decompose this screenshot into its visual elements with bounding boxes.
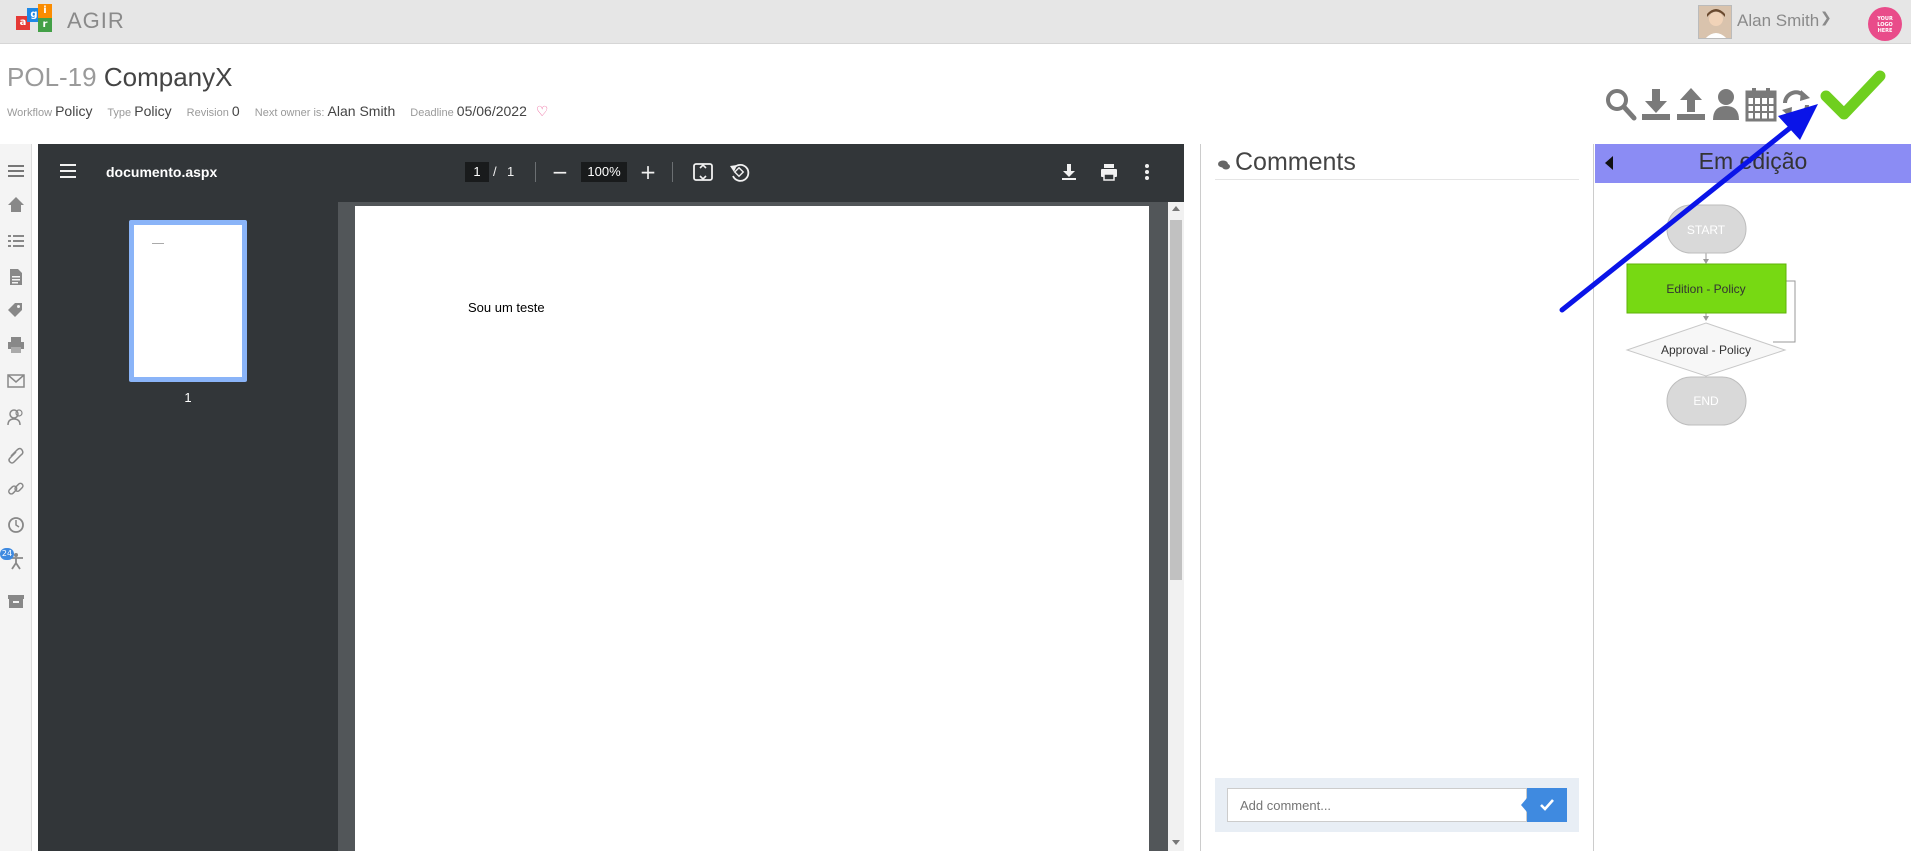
thumbnail-text-line bbox=[152, 243, 164, 244]
deadline-value: 05/06/2022 bbox=[456, 103, 527, 119]
divider bbox=[535, 162, 536, 182]
next-owner-value: Alan Smith bbox=[327, 103, 396, 119]
page-separator: / bbox=[493, 164, 497, 179]
document-code: POL-19 bbox=[7, 62, 97, 92]
zoom-in-button[interactable]: + bbox=[638, 161, 658, 183]
comment-input[interactable] bbox=[1227, 788, 1527, 822]
scrollbar[interactable] bbox=[1168, 202, 1184, 851]
calendar-icon[interactable] bbox=[1744, 86, 1778, 124]
refresh-icon[interactable] bbox=[1779, 86, 1813, 124]
check-icon bbox=[1540, 799, 1554, 811]
scroll-down-icon[interactable] bbox=[1172, 840, 1180, 845]
workflow-node-edition-label: Edition - Policy bbox=[1666, 282, 1745, 296]
workflow-node-start[interactable]: START bbox=[1666, 204, 1747, 254]
approve-button[interactable] bbox=[1820, 68, 1886, 124]
revision-label: Revision bbox=[186, 107, 229, 119]
workflow-label: Workflow bbox=[7, 107, 53, 119]
attachment-icon[interactable] bbox=[7, 446, 25, 464]
workflow-panel: Em edição START Edition - Policy Approva… bbox=[1595, 144, 1911, 851]
type-label: Type bbox=[107, 107, 132, 119]
fit-page-icon[interactable] bbox=[692, 161, 714, 183]
list-icon[interactable] bbox=[7, 232, 25, 250]
workflow-node-end-label: END bbox=[1693, 394, 1719, 408]
chevron-down-icon[interactable]: ❯ bbox=[1820, 10, 1832, 26]
mail-icon[interactable] bbox=[7, 372, 25, 390]
comments-title-text: Comments bbox=[1235, 148, 1356, 176]
archive-icon[interactable] bbox=[7, 592, 25, 610]
pdf-page: Sou um teste bbox=[355, 206, 1149, 851]
workflow-node-approval[interactable]: Approval - Policy bbox=[1625, 322, 1787, 377]
home-icon[interactable] bbox=[7, 196, 25, 214]
comment-composer bbox=[1215, 778, 1579, 832]
page-number-input[interactable]: 1 bbox=[465, 162, 489, 182]
page-title: POL-19 CompanyX bbox=[7, 62, 232, 93]
workflow-node-end[interactable]: END bbox=[1666, 376, 1747, 426]
download-icon[interactable] bbox=[1058, 161, 1080, 183]
document-company: CompanyX bbox=[103, 62, 233, 92]
app-name: AGIR bbox=[67, 8, 125, 33]
page-text: Sou um teste bbox=[468, 300, 545, 315]
document-icon[interactable] bbox=[7, 268, 25, 286]
zoom-level-input[interactable]: 100% bbox=[581, 162, 627, 182]
workflow-node-start-label: START bbox=[1687, 223, 1726, 237]
comments-title: Comments bbox=[1217, 148, 1356, 177]
zoom-out-button[interactable]: − bbox=[550, 161, 570, 183]
thumbnail-pane: 1 bbox=[38, 202, 338, 851]
workflow-value: Policy bbox=[55, 103, 93, 119]
thumbnail-page-number: 1 bbox=[184, 390, 192, 405]
avatar[interactable] bbox=[1698, 5, 1732, 39]
workflow-node-approval-label: Approval - Policy bbox=[1661, 343, 1751, 357]
page-thumbnail[interactable] bbox=[129, 220, 247, 382]
download-icon[interactable] bbox=[1639, 86, 1673, 124]
user-icon[interactable] bbox=[1709, 86, 1743, 124]
top-bar: a g i r AGIR Alan Smith ❯ YOUR LOGO HERE bbox=[0, 0, 1911, 44]
app-logo[interactable]: a g i r bbox=[16, 4, 56, 38]
send-comment-button[interactable] bbox=[1521, 788, 1567, 822]
revision-value: 0 bbox=[231, 103, 240, 119]
type-value: Policy bbox=[134, 103, 172, 119]
divider bbox=[672, 162, 673, 182]
menu-icon[interactable] bbox=[7, 162, 25, 180]
divider bbox=[1215, 179, 1579, 180]
scroll-thumb[interactable] bbox=[1170, 220, 1182, 580]
viewer-toolbar: documento.aspx 1 / 1 − 100% + bbox=[38, 144, 1184, 202]
company-logo: YOUR LOGO HERE bbox=[1868, 7, 1902, 41]
link-icon[interactable] bbox=[7, 480, 25, 498]
scroll-up-icon[interactable] bbox=[1172, 206, 1180, 211]
print-icon[interactable] bbox=[7, 336, 25, 354]
company-logo-line: HERE bbox=[1877, 28, 1893, 34]
send-button-pointer bbox=[1521, 798, 1527, 812]
viewer-filename: documento.aspx bbox=[106, 164, 218, 180]
clock-icon[interactable] bbox=[7, 516, 25, 534]
page-total: 1 bbox=[507, 164, 515, 179]
workflow-node-edition[interactable]: Edition - Policy bbox=[1626, 263, 1787, 314]
logo-letter: i bbox=[38, 4, 52, 18]
heart-icon[interactable]: ♡ bbox=[536, 103, 549, 119]
print-icon[interactable] bbox=[1098, 161, 1120, 183]
pdf-viewer: documento.aspx 1 / 1 − 100% + 1 Sou um t… bbox=[38, 144, 1184, 851]
upload-icon[interactable] bbox=[1674, 86, 1708, 124]
sidebar: 24 bbox=[0, 144, 32, 851]
more-options-icon[interactable] bbox=[1136, 161, 1158, 183]
workflow-state: Em edição bbox=[1698, 148, 1808, 174]
next-owner-label: Next owner is: bbox=[254, 107, 325, 119]
workflow-header: Em edição bbox=[1595, 144, 1911, 183]
tags-icon[interactable] bbox=[7, 302, 25, 320]
menu-icon[interactable] bbox=[60, 163, 78, 179]
search-icon[interactable] bbox=[1604, 86, 1638, 124]
logo-letter: r bbox=[38, 18, 52, 32]
workflow-diagram: START Edition - Policy Approval - Policy… bbox=[1625, 204, 1796, 426]
page-canvas: Sou um teste bbox=[338, 202, 1184, 851]
rotate-icon[interactable] bbox=[728, 161, 750, 183]
comments-panel: Comments bbox=[1200, 144, 1594, 851]
notification-badge: 24 bbox=[0, 548, 14, 560]
deadline-label: Deadline bbox=[410, 107, 454, 119]
document-meta: Workflow Policy Type Policy Revision 0 N… bbox=[7, 103, 548, 120]
users-icon[interactable] bbox=[7, 408, 25, 426]
user-name[interactable]: Alan Smith bbox=[1737, 11, 1819, 31]
